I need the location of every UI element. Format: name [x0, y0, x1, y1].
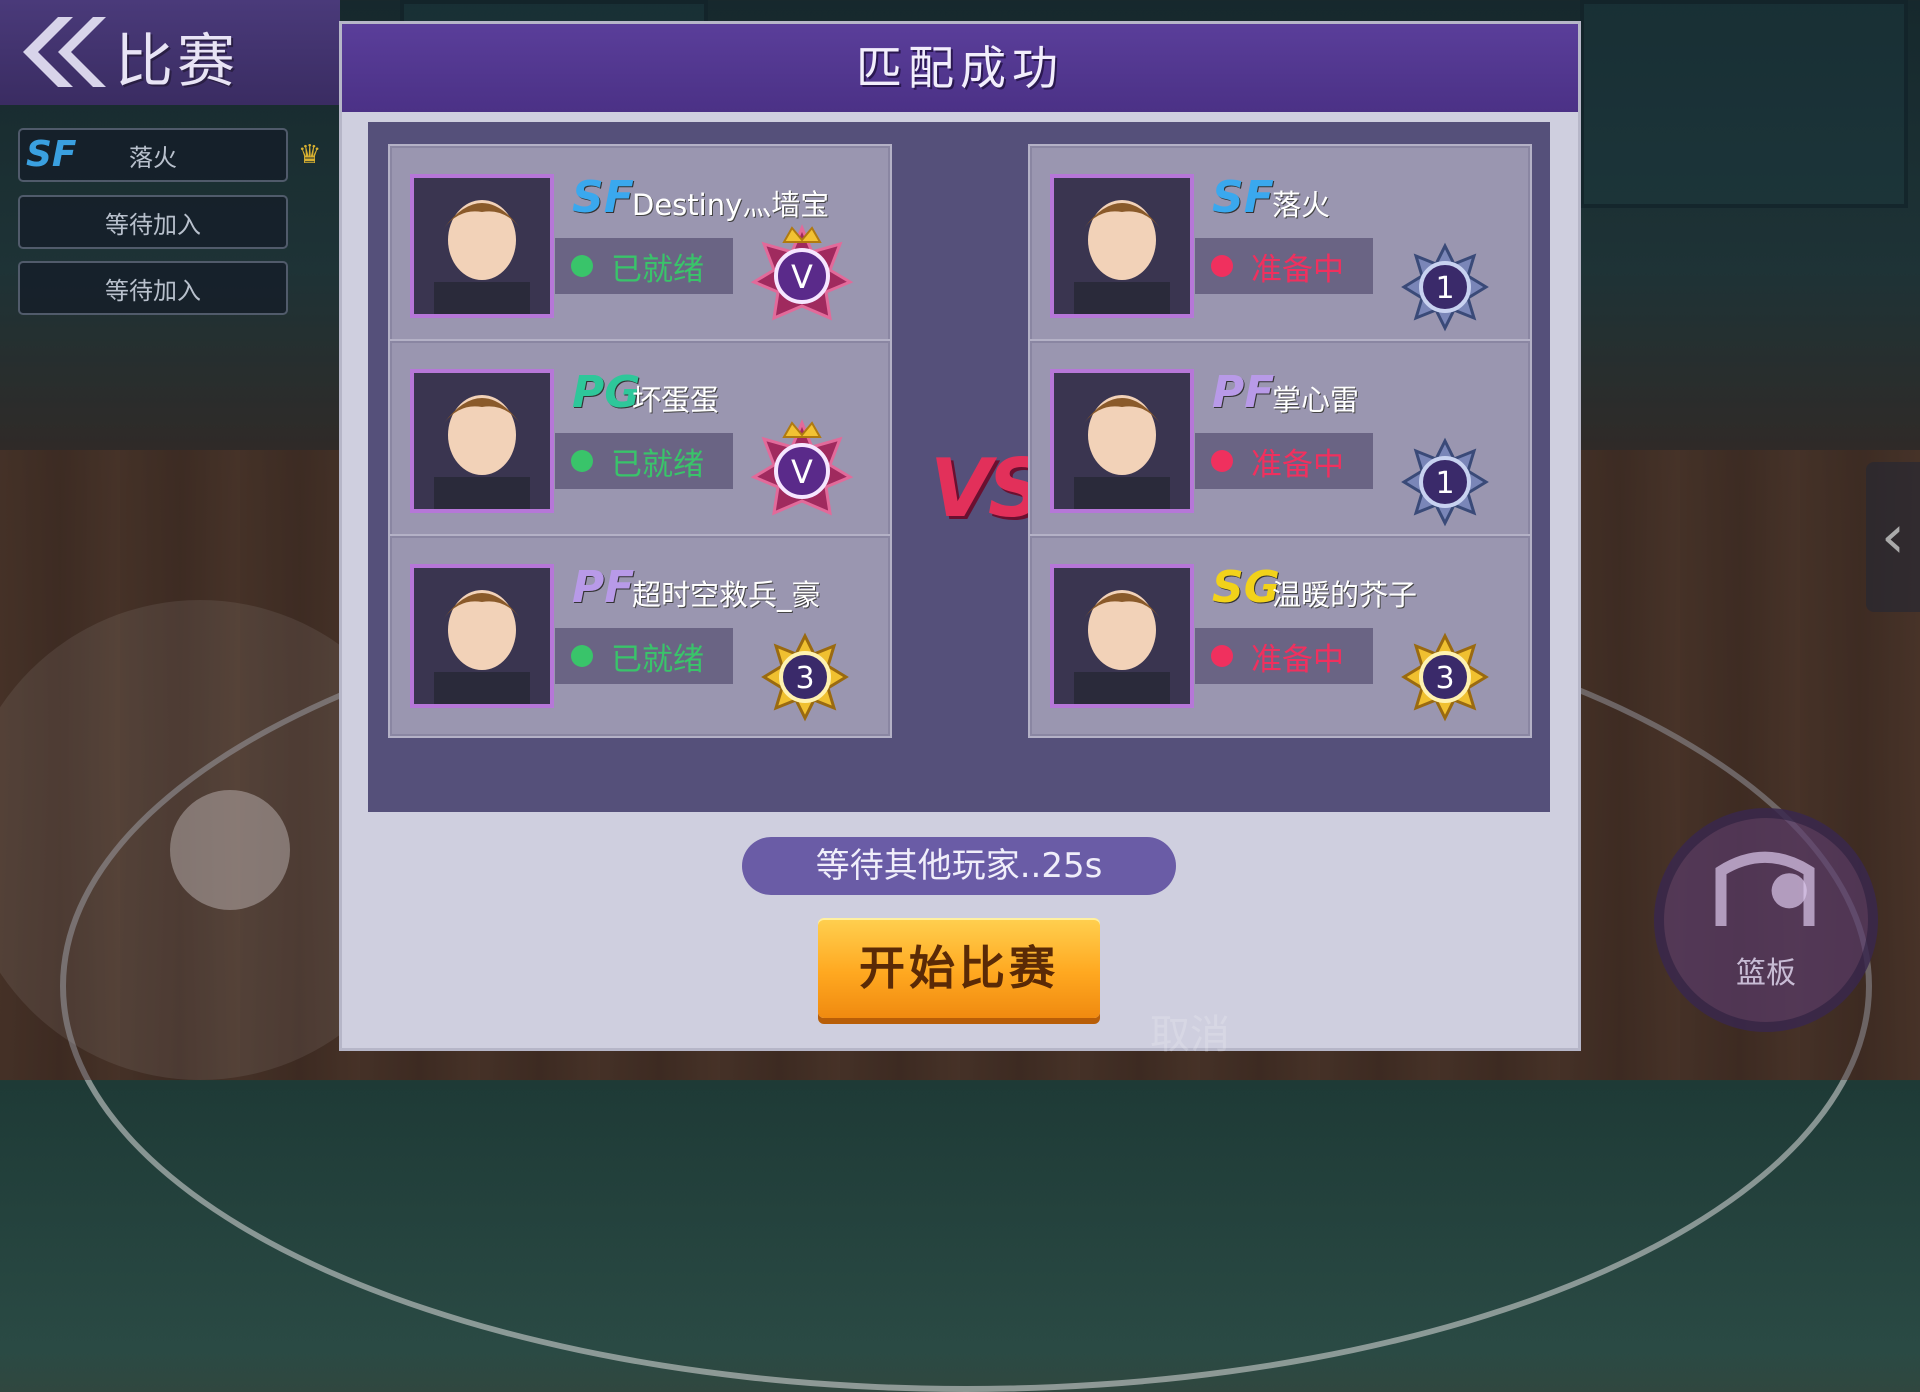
slot-name: 等待加入: [105, 276, 201, 305]
side-panel-toggle[interactable]: ‹: [1866, 462, 1920, 612]
status-text: 准备中: [1251, 446, 1344, 483]
player-card: SG 温暖的芥子 准备中 3: [1028, 534, 1532, 738]
vs-label: VS: [930, 442, 1046, 535]
status-dot-icon: [1211, 255, 1233, 277]
rank-badge-icon: 3: [760, 632, 850, 726]
player-name: 掌心雷: [1272, 383, 1360, 417]
team-slot[interactable]: 等待加入: [18, 195, 288, 249]
player-name: 超时空救兵_豪: [632, 578, 821, 612]
cancel-hint: 取消: [1150, 1012, 1230, 1058]
player-name: Destiny灬墙宝: [632, 188, 830, 222]
basketball-icon: [170, 790, 290, 910]
rebound-button[interactable]: 篮板: [1654, 808, 1878, 1032]
page-title: 比赛: [115, 27, 240, 95]
ready-status: 准备中: [1195, 238, 1373, 294]
player-card: PF 超时空救兵_豪 已就绪 3: [388, 534, 892, 738]
player-card: SF Destiny灬墙宝 已就绪 V: [388, 144, 892, 348]
status-dot-icon: [1211, 450, 1233, 472]
svg-text:3: 3: [795, 661, 814, 696]
svg-text:V: V: [791, 453, 813, 491]
svg-text:3: 3: [1435, 661, 1454, 696]
player-name: 温暖的芥子: [1272, 578, 1418, 612]
player-name: 落火: [1272, 188, 1331, 222]
ready-status: 已就绪: [555, 628, 733, 684]
backboard-icon: [1715, 851, 1815, 926]
player-position: PF: [1212, 367, 1275, 418]
waiting-status: 等待其他玩家..25s: [742, 837, 1176, 895]
ready-status: 准备中: [1195, 433, 1373, 489]
player-position: PF: [572, 562, 635, 613]
status-text: 已就绪: [611, 251, 704, 288]
rank-badge-icon: 1: [1400, 242, 1490, 336]
status-text: 已就绪: [611, 446, 704, 483]
player-avatar: [1050, 369, 1194, 513]
status-text: 准备中: [1251, 251, 1344, 288]
rank-badge-icon: V: [750, 222, 854, 330]
player-avatar: [1050, 564, 1194, 708]
status-text: 已就绪: [611, 641, 704, 678]
player-card: PG 坏蛋蛋 已就绪 V: [388, 339, 892, 543]
slot-position: SF: [26, 134, 77, 175]
ready-status: 准备中: [1195, 628, 1373, 684]
back-button[interactable]: 比赛: [0, 0, 340, 105]
svg-text:1: 1: [1435, 466, 1454, 501]
dialog-title: 匹配成功: [856, 41, 1064, 95]
team-slot[interactable]: SF 落火: [18, 128, 288, 182]
player-avatar: [410, 174, 554, 318]
status-dot-icon: [571, 450, 593, 472]
svg-text:1: 1: [1435, 271, 1454, 306]
rank-badge-icon: V: [750, 417, 854, 525]
player-position: SG: [1212, 562, 1280, 613]
status-text: 准备中: [1251, 641, 1344, 678]
player-avatar: [410, 369, 554, 513]
rank-badge-icon: 1: [1400, 437, 1490, 531]
rank-badge-icon: 3: [1400, 632, 1490, 726]
match-board: VS SF Destiny灬墙宝 已就绪 V SF 落火 准备中 1 PG 坏蛋…: [368, 122, 1550, 812]
status-dot-icon: [1211, 645, 1233, 667]
player-avatar: [410, 564, 554, 708]
start-match-button[interactable]: 开始比赛: [818, 918, 1100, 1018]
status-dot-icon: [571, 645, 593, 667]
player-name: 坏蛋蛋: [632, 383, 720, 417]
slot-name: 等待加入: [105, 210, 201, 239]
ready-status: 已就绪: [555, 238, 733, 294]
rebound-label: 篮板: [1736, 956, 1796, 991]
slot-name: 落火: [129, 143, 177, 172]
player-position: SF: [1212, 172, 1274, 223]
dialog-header: 匹配成功: [342, 24, 1578, 112]
player-card: PF 掌心雷 准备中 1: [1028, 339, 1532, 543]
team-slot[interactable]: 等待加入: [18, 261, 288, 315]
crown-icon: ♛: [298, 140, 322, 170]
player-position: PG: [572, 367, 641, 418]
svg-text:V: V: [791, 258, 813, 296]
player-avatar: [1050, 174, 1194, 318]
player-position: SF: [572, 172, 634, 223]
ready-status: 已就绪: [555, 433, 733, 489]
status-dot-icon: [571, 255, 593, 277]
match-dialog: 匹配成功 VS SF Destiny灬墙宝 已就绪 V SF 落火 准备中 1 …: [342, 24, 1578, 1058]
double-chevron-left-icon: [23, 17, 106, 87]
player-card: SF 落火 准备中 1: [1028, 144, 1532, 348]
